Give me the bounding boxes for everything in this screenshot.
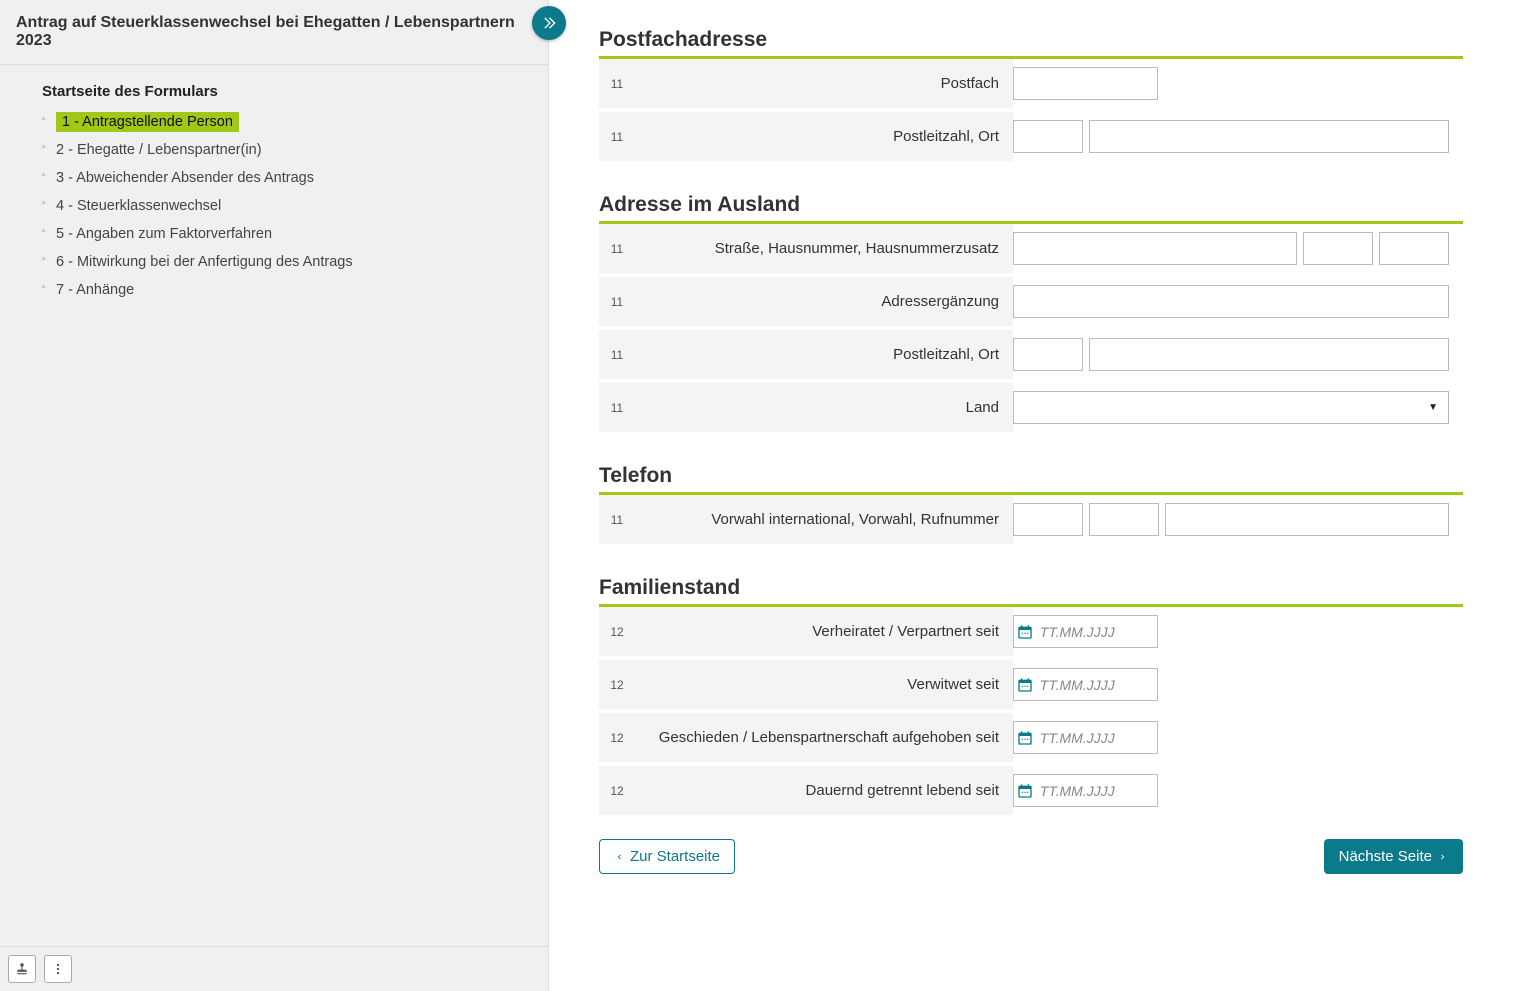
verheiratet-input[interactable] <box>1036 616 1157 647</box>
sidebar-footer <box>0 946 548 991</box>
chevron-left-icon <box>614 852 624 862</box>
chevron-double-right-icon <box>541 15 557 31</box>
chevron-right-icon <box>1438 852 1448 862</box>
table-row: 11 Vorwahl international, Vorwahl, Rufnu… <box>599 495 1463 548</box>
line-number: 12 <box>599 731 635 745</box>
ausland-plz-input[interactable] <box>1013 338 1083 371</box>
back-button[interactable]: Zur Startseite <box>599 839 735 874</box>
stamp-icon <box>15 962 29 976</box>
land-select[interactable] <box>1013 391 1449 424</box>
hausnummer-input[interactable] <box>1303 232 1373 265</box>
line-number: 12 <box>599 678 635 692</box>
line-number: 11 <box>599 401 635 415</box>
rufnummer-input[interactable] <box>1165 503 1449 536</box>
next-button[interactable]: Nächste Seite <box>1324 839 1463 874</box>
section-postfach-title: Postfachadresse <box>599 28 1463 52</box>
field-label: Verheiratet / Verpartnert seit <box>635 607 1013 656</box>
line-number: 11 <box>599 513 635 527</box>
line-number: 11 <box>599 77 635 91</box>
nav-item-2[interactable]: 2 - Ehegatte / Lebenspartner(in) <box>42 136 518 164</box>
field-label: Postleitzahl, Ort <box>635 112 1013 161</box>
table-row: 12 Verwitwet seit <box>599 660 1463 713</box>
nav-item-3[interactable]: 3 - Abweichender Absender des Antrags <box>42 164 518 192</box>
field-label: Postleitzahl, Ort <box>635 330 1013 379</box>
table-row: 12 Geschieden / Lebenspartnerschaft aufg… <box>599 713 1463 766</box>
geschieden-date <box>1013 721 1158 754</box>
form-title: Antrag auf Steuerklassenwechsel bei Eheg… <box>0 0 548 65</box>
getrennt-date <box>1013 774 1158 807</box>
calendar-icon[interactable] <box>1014 677 1036 693</box>
line-number: 12 <box>599 625 635 639</box>
table-row: 12 Verheiratet / Verpartnert seit <box>599 607 1463 660</box>
table-row: 11 Land <box>599 383 1463 436</box>
verwitwet-input[interactable] <box>1036 669 1157 700</box>
collapse-sidebar-button[interactable] <box>532 6 566 40</box>
nav-item-1[interactable]: 1 - Antragstellende Person <box>42 108 518 136</box>
line-number: 11 <box>599 348 635 362</box>
table-row: 12 Dauernd getrennt lebend seit <box>599 766 1463 819</box>
stamp-button[interactable] <box>8 955 36 983</box>
calendar-icon[interactable] <box>1014 730 1036 746</box>
field-label: Land <box>635 383 1013 432</box>
ausland-ort-input[interactable] <box>1089 338 1449 371</box>
getrennt-input[interactable] <box>1036 775 1157 806</box>
hausnummerzusatz-input[interactable] <box>1379 232 1449 265</box>
more-vertical-icon <box>51 962 65 976</box>
field-label: Verwitwet seit <box>635 660 1013 709</box>
field-label: Vorwahl international, Vorwahl, Rufnumme… <box>635 495 1013 544</box>
main-content[interactable]: Postfachadresse 11 Postfach 11 Postleitz… <box>549 0 1513 991</box>
nav-item-5[interactable]: 5 - Angaben zum Faktorverfahren <box>42 220 518 248</box>
line-number: 11 <box>599 130 635 144</box>
vorwahl-int-input[interactable] <box>1013 503 1083 536</box>
field-label: Geschieden / Lebenspartnerschaft aufgeho… <box>635 713 1013 762</box>
adresserganzung-input[interactable] <box>1013 285 1449 318</box>
line-number: 12 <box>599 784 635 798</box>
field-label: Straße, Hausnummer, Hausnummerzusatz <box>635 224 1013 273</box>
field-label: Dauernd getrennt lebend seit <box>635 766 1013 815</box>
section-telefon-title: Telefon <box>599 464 1463 488</box>
table-row: 11 Postleitzahl, Ort <box>599 112 1463 165</box>
section-ausland-title: Adresse im Ausland <box>599 193 1463 217</box>
nav-title[interactable]: Startseite des Formulars <box>42 83 518 100</box>
line-number: 11 <box>599 242 635 256</box>
postfach-input[interactable] <box>1013 67 1158 100</box>
more-button[interactable] <box>44 955 72 983</box>
vorwahl-input[interactable] <box>1089 503 1159 536</box>
table-row: 11 Adressergänzung <box>599 277 1463 330</box>
geschieden-input[interactable] <box>1036 722 1157 753</box>
postleitzahl-input[interactable] <box>1013 120 1083 153</box>
table-row: 11 Postleitzahl, Ort <box>599 330 1463 383</box>
section-familie-title: Familienstand <box>599 576 1463 600</box>
back-label: Zur Startseite <box>630 848 720 865</box>
calendar-icon[interactable] <box>1014 624 1036 640</box>
nav-item-6[interactable]: 6 - Mitwirkung bei der Anfertigung des A… <box>42 248 518 276</box>
field-label: Postfach <box>635 59 1013 108</box>
strasse-input[interactable] <box>1013 232 1297 265</box>
ort-input[interactable] <box>1089 120 1449 153</box>
form-nav: Startseite des Formulars 1 - Antragstell… <box>0 65 548 314</box>
calendar-icon[interactable] <box>1014 783 1036 799</box>
field-label: Adressergänzung <box>635 277 1013 326</box>
line-number: 11 <box>599 295 635 309</box>
nav-item-7[interactable]: 7 - Anhänge <box>42 276 518 304</box>
sidebar: Antrag auf Steuerklassenwechsel bei Eheg… <box>0 0 549 991</box>
table-row: 11 Postfach <box>599 59 1463 112</box>
verwitwet-date <box>1013 668 1158 701</box>
table-row: 11 Straße, Hausnummer, Hausnummerzusatz <box>599 224 1463 277</box>
verheiratet-date <box>1013 615 1158 648</box>
next-label: Nächste Seite <box>1339 848 1432 865</box>
nav-item-4[interactable]: 4 - Steuerklassenwechsel <box>42 192 518 220</box>
